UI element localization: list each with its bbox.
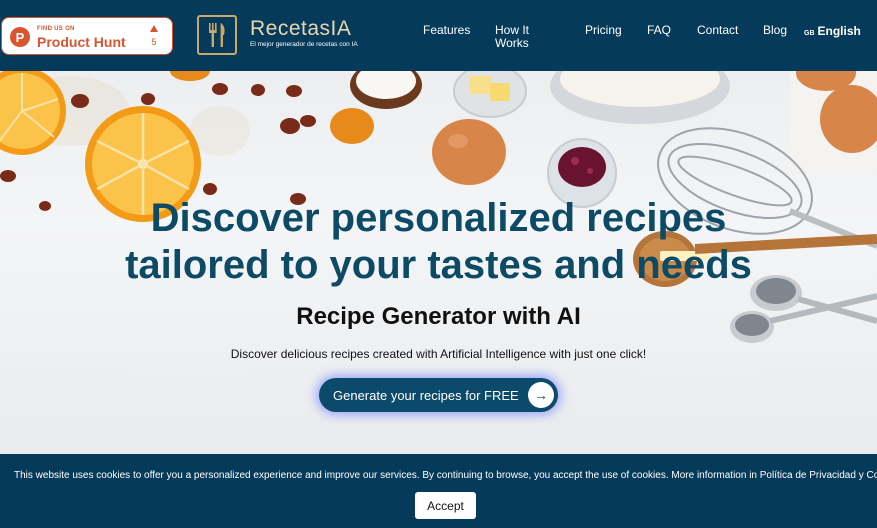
producthunt-find-us-label: FIND US ON	[37, 26, 75, 32]
nav-link-blog[interactable]: Blog	[763, 24, 787, 37]
producthunt-badge[interactable]: P FIND US ON Product Hunt 5	[1, 17, 173, 55]
producthunt-logo-icon: P	[10, 27, 30, 47]
hero-section: Discover personalized recipes tailored t…	[0, 71, 877, 454]
nav-link-pricing[interactable]: Pricing	[585, 24, 622, 37]
brand-tagline: El mejor generador de recetas con IA	[250, 41, 358, 48]
uk-flag-icon: GB	[804, 30, 815, 37]
language-selector[interactable]: GB English	[804, 24, 861, 38]
arrow-right-icon: →	[528, 382, 554, 408]
brand-logo-fork-knife-icon[interactable]	[197, 15, 237, 55]
nav-link-how-it-works[interactable]: How It Works	[495, 24, 535, 50]
producthunt-name: Product Hunt	[37, 34, 126, 50]
accept-cookies-button[interactable]: Accept	[415, 492, 476, 519]
hero-subtitle: Recipe Generator with AI	[296, 303, 581, 330]
cta-label: Generate your recipes for FREE	[333, 387, 519, 403]
hero-lead-text: Discover delicious recipes created with …	[230, 347, 647, 361]
top-navbar: P FIND US ON Product Hunt 5 RecetasIA El…	[0, 0, 877, 71]
upvote-triangle-icon	[150, 25, 158, 32]
hero-headline-line1: Discover personalized recipes	[150, 196, 727, 240]
producthunt-vote-count: 5	[151, 37, 157, 47]
brand-name[interactable]: RecetasIA	[250, 17, 351, 41]
generate-recipes-button[interactable]: Generate your recipes for FREE →	[319, 378, 558, 412]
cookie-banner: This website uses cookies to offer you a…	[0, 454, 877, 528]
nav-link-faq[interactable]: FAQ	[647, 24, 671, 37]
language-label: English	[817, 24, 861, 38]
hero-headline-line2: tailored to your tastes and needs	[125, 243, 752, 287]
cookie-notice-text: This website uses cookies to offer you a…	[14, 470, 877, 481]
nav-link-contact[interactable]: Contact	[697, 24, 738, 37]
nav-link-features[interactable]: Features	[423, 24, 470, 37]
